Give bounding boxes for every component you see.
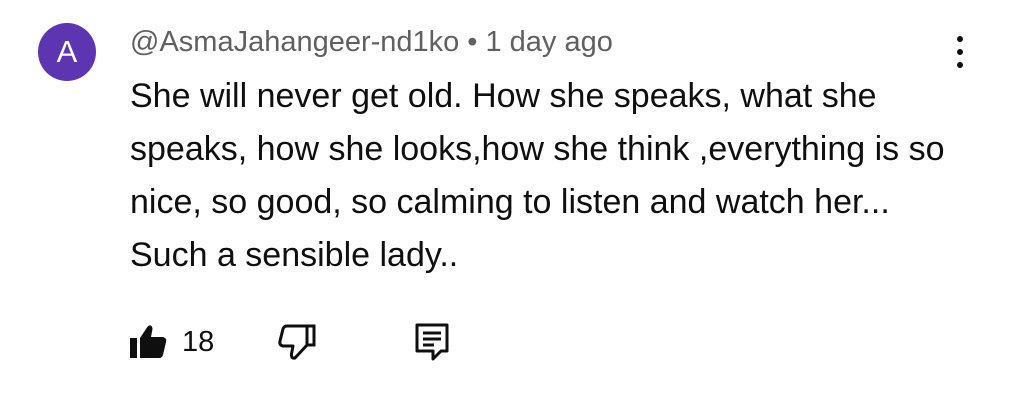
more-dot-bottom [957,62,963,68]
more-vert-icon[interactable] [949,34,971,70]
comment-header: @AsmaJahangeer-nd1ko • 1 day ago [130,24,613,60]
reply-button[interactable] [414,322,450,362]
comment-card: A @AsmaJahangeer-nd1ko • 1 day ago She wil… [0,0,1024,403]
like-count: 18 [182,326,215,358]
dislike-button[interactable] [276,322,318,362]
more-dot-top [957,36,963,42]
author-name[interactable]: @AsmaJahangeer-nd1ko [130,26,459,58]
more-dot-middle [957,49,963,55]
comment-text: She will never get old. How she speaks, … [130,77,945,274]
like-button[interactable] [128,322,168,362]
thumbs-up-filled-icon [130,325,167,358]
separator-dot: • [467,26,478,58]
thumbs-down-outline-icon [278,324,316,360]
comment-time: 1 day ago [485,26,613,58]
reply-comment-icon [415,323,449,361]
avatar[interactable]: A [38,23,96,81]
